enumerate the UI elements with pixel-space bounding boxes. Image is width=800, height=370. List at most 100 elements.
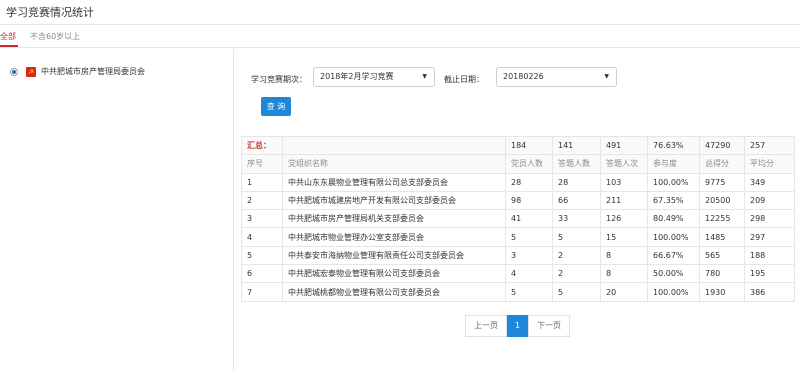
column-header: 总得分 <box>699 154 745 174</box>
summary-attempts: 491 <box>600 135 648 156</box>
table-cell: 3 <box>241 209 283 229</box>
table-cell: 15 <box>600 227 648 247</box>
period-select[interactable]: 2018年2月学习竞赛 ▼ <box>313 67 435 87</box>
table-cell: 780 <box>699 264 745 284</box>
table-cell: 1485 <box>699 227 745 247</box>
table-cell: 66.67% <box>647 245 700 266</box>
column-header: 参与度 <box>647 154 700 174</box>
prev-page-button[interactable]: 上一页 <box>465 315 507 337</box>
current-page-button[interactable]: 1 <box>507 315 528 337</box>
table-cell: 103 <box>600 172 648 192</box>
table-cell: 2 <box>552 264 601 284</box>
tab-all[interactable]: 全部 <box>0 31 16 42</box>
stats-table: 汇总： 184 141 491 76.63% 47290 257 序号 党组织名… <box>241 135 795 302</box>
table-cell: 8 <box>600 264 648 284</box>
column-header: 答题人数 <box>552 154 601 174</box>
table-cell: 中共肥城市房产管理局机关支部委员会 <box>282 209 506 229</box>
table-cell: 100.00% <box>647 227 700 247</box>
table-row: 7 中共肥城桃都物业管理有限公司支部委员会 5 5 20 100.00% 193… <box>241 282 795 302</box>
tab-bar: 全部 不含60岁以上 <box>0 26 800 48</box>
table-cell: 98 <box>505 190 553 211</box>
summary-members: 184 <box>505 135 553 156</box>
chevron-down-icon: ▼ <box>422 73 427 80</box>
tree-node-housing-bureau[interactable]: ☭ 中共肥城市房产管理局委员会 <box>10 66 145 77</box>
deadline-label: 截止日期： <box>444 75 484 84</box>
table-cell: 20500 <box>699 190 745 211</box>
table-cell: 297 <box>744 227 795 247</box>
table-cell: 3 <box>505 245 553 266</box>
table-cell: 33 <box>552 209 601 229</box>
table-cell: 80.49% <box>647 209 700 229</box>
table-cell: 8 <box>600 245 648 266</box>
deadline-select[interactable]: 20180226 ▼ <box>496 67 617 87</box>
table-cell: 5 <box>241 245 283 266</box>
table-cell: 188 <box>744 245 795 266</box>
table-cell: 5 <box>505 227 553 247</box>
active-tab-indicator <box>0 45 18 47</box>
table-cell: 126 <box>600 209 648 229</box>
table-cell: 4 <box>241 227 283 247</box>
summary-total-score: 47290 <box>699 135 745 156</box>
table-cell: 50.00% <box>647 264 700 284</box>
table-cell: 195 <box>744 264 795 284</box>
table-cell: 4 <box>505 264 553 284</box>
table-cell: 349 <box>744 172 795 192</box>
org-tree-sidebar: ☭ 中共肥城市房产管理局委员会 <box>0 49 234 370</box>
table-cell: 2 <box>552 245 601 266</box>
table-cell: 中共山东东晨物业管理有限公司总支部委员会 <box>282 172 506 192</box>
next-page-button[interactable]: 下一页 <box>528 315 570 337</box>
table-cell: 28 <box>552 172 601 192</box>
table-row: 2 中共肥城市城建房地产开发有限公司支部委员会 98 66 211 67.35%… <box>241 190 795 211</box>
table-row: 4 中共肥城市物业管理办公室支部委员会 5 5 15 100.00% 1485 … <box>241 227 795 247</box>
column-header: 平均分 <box>744 154 795 174</box>
party-flag-icon: ☭ <box>26 66 36 77</box>
table-cell: 中共肥城桃都物业管理有限公司支部委员会 <box>282 282 506 302</box>
period-label: 学习竞赛期次： <box>251 75 307 84</box>
column-header: 答题人次 <box>600 154 648 174</box>
column-header: 党组织名称 <box>282 154 506 174</box>
summary-answered: 141 <box>552 135 601 156</box>
tab-exclude-over-60[interactable]: 不含60岁以上 <box>30 31 80 42</box>
table-cell: 209 <box>744 190 795 211</box>
table-cell: 9775 <box>699 172 745 192</box>
table-cell: 298 <box>744 209 795 229</box>
query-button[interactable]: 查 询 <box>261 97 291 116</box>
table-cell: 中共肥城市物业管理办公室支部委员会 <box>282 227 506 247</box>
table-cell: 1 <box>241 172 283 192</box>
table-cell: 28 <box>505 172 553 192</box>
table-cell: 565 <box>699 245 745 266</box>
table-row: 6 中共肥城宏泰物业管理有限公司支部委员会 4 2 8 50.00% 780 1… <box>241 264 795 284</box>
table-cell: 12255 <box>699 209 745 229</box>
table-cell: 211 <box>600 190 648 211</box>
table-cell: 中共肥城市城建房地产开发有限公司支部委员会 <box>282 190 506 211</box>
table-header-row: 序号 党组织名称 党员人数 答题人数 答题人次 参与度 总得分 平均分 <box>241 154 795 174</box>
period-select-value: 2018年2月学习竞赛 <box>320 72 394 81</box>
table-cell: 5 <box>552 227 601 247</box>
table-cell: 66 <box>552 190 601 211</box>
table-cell: 7 <box>241 282 283 302</box>
table-cell: 67.35% <box>647 190 700 211</box>
summary-avg-score: 257 <box>744 135 795 156</box>
table-cell: 2 <box>241 190 283 211</box>
table-cell: 5 <box>552 282 601 302</box>
table-cell: 5 <box>505 282 553 302</box>
summary-participation: 76.63% <box>647 135 700 156</box>
table-cell: 41 <box>505 209 553 229</box>
table-cell: 中共泰安市海纳物业管理有限责任公司支部委员会 <box>282 245 506 266</box>
column-header: 序号 <box>241 154 283 174</box>
chevron-down-icon: ▼ <box>604 73 609 80</box>
radio-selected-icon[interactable] <box>10 67 18 76</box>
table-row: 3 中共肥城市房产管理局机关支部委员会 41 33 126 80.49% 122… <box>241 209 795 229</box>
table-cell: 中共肥城宏泰物业管理有限公司支部委员会 <box>282 264 506 284</box>
deadline-select-value: 20180226 <box>503 72 544 81</box>
column-header: 党员人数 <box>505 154 553 174</box>
table-cell: 1930 <box>699 282 745 302</box>
table-row: 1 中共山东东晨物业管理有限公司总支部委员会 28 28 103 100.00%… <box>241 172 795 192</box>
title-divider <box>0 24 800 25</box>
summary-empty-cell <box>282 135 506 156</box>
table-cell: 100.00% <box>647 282 700 302</box>
page-title: 学习竞赛情况统计 <box>6 6 94 19</box>
table-cell: 100.00% <box>647 172 700 192</box>
table-row: 5 中共泰安市海纳物业管理有限责任公司支部委员会 3 2 8 66.67% 56… <box>241 245 795 266</box>
table-cell: 20 <box>600 282 648 302</box>
